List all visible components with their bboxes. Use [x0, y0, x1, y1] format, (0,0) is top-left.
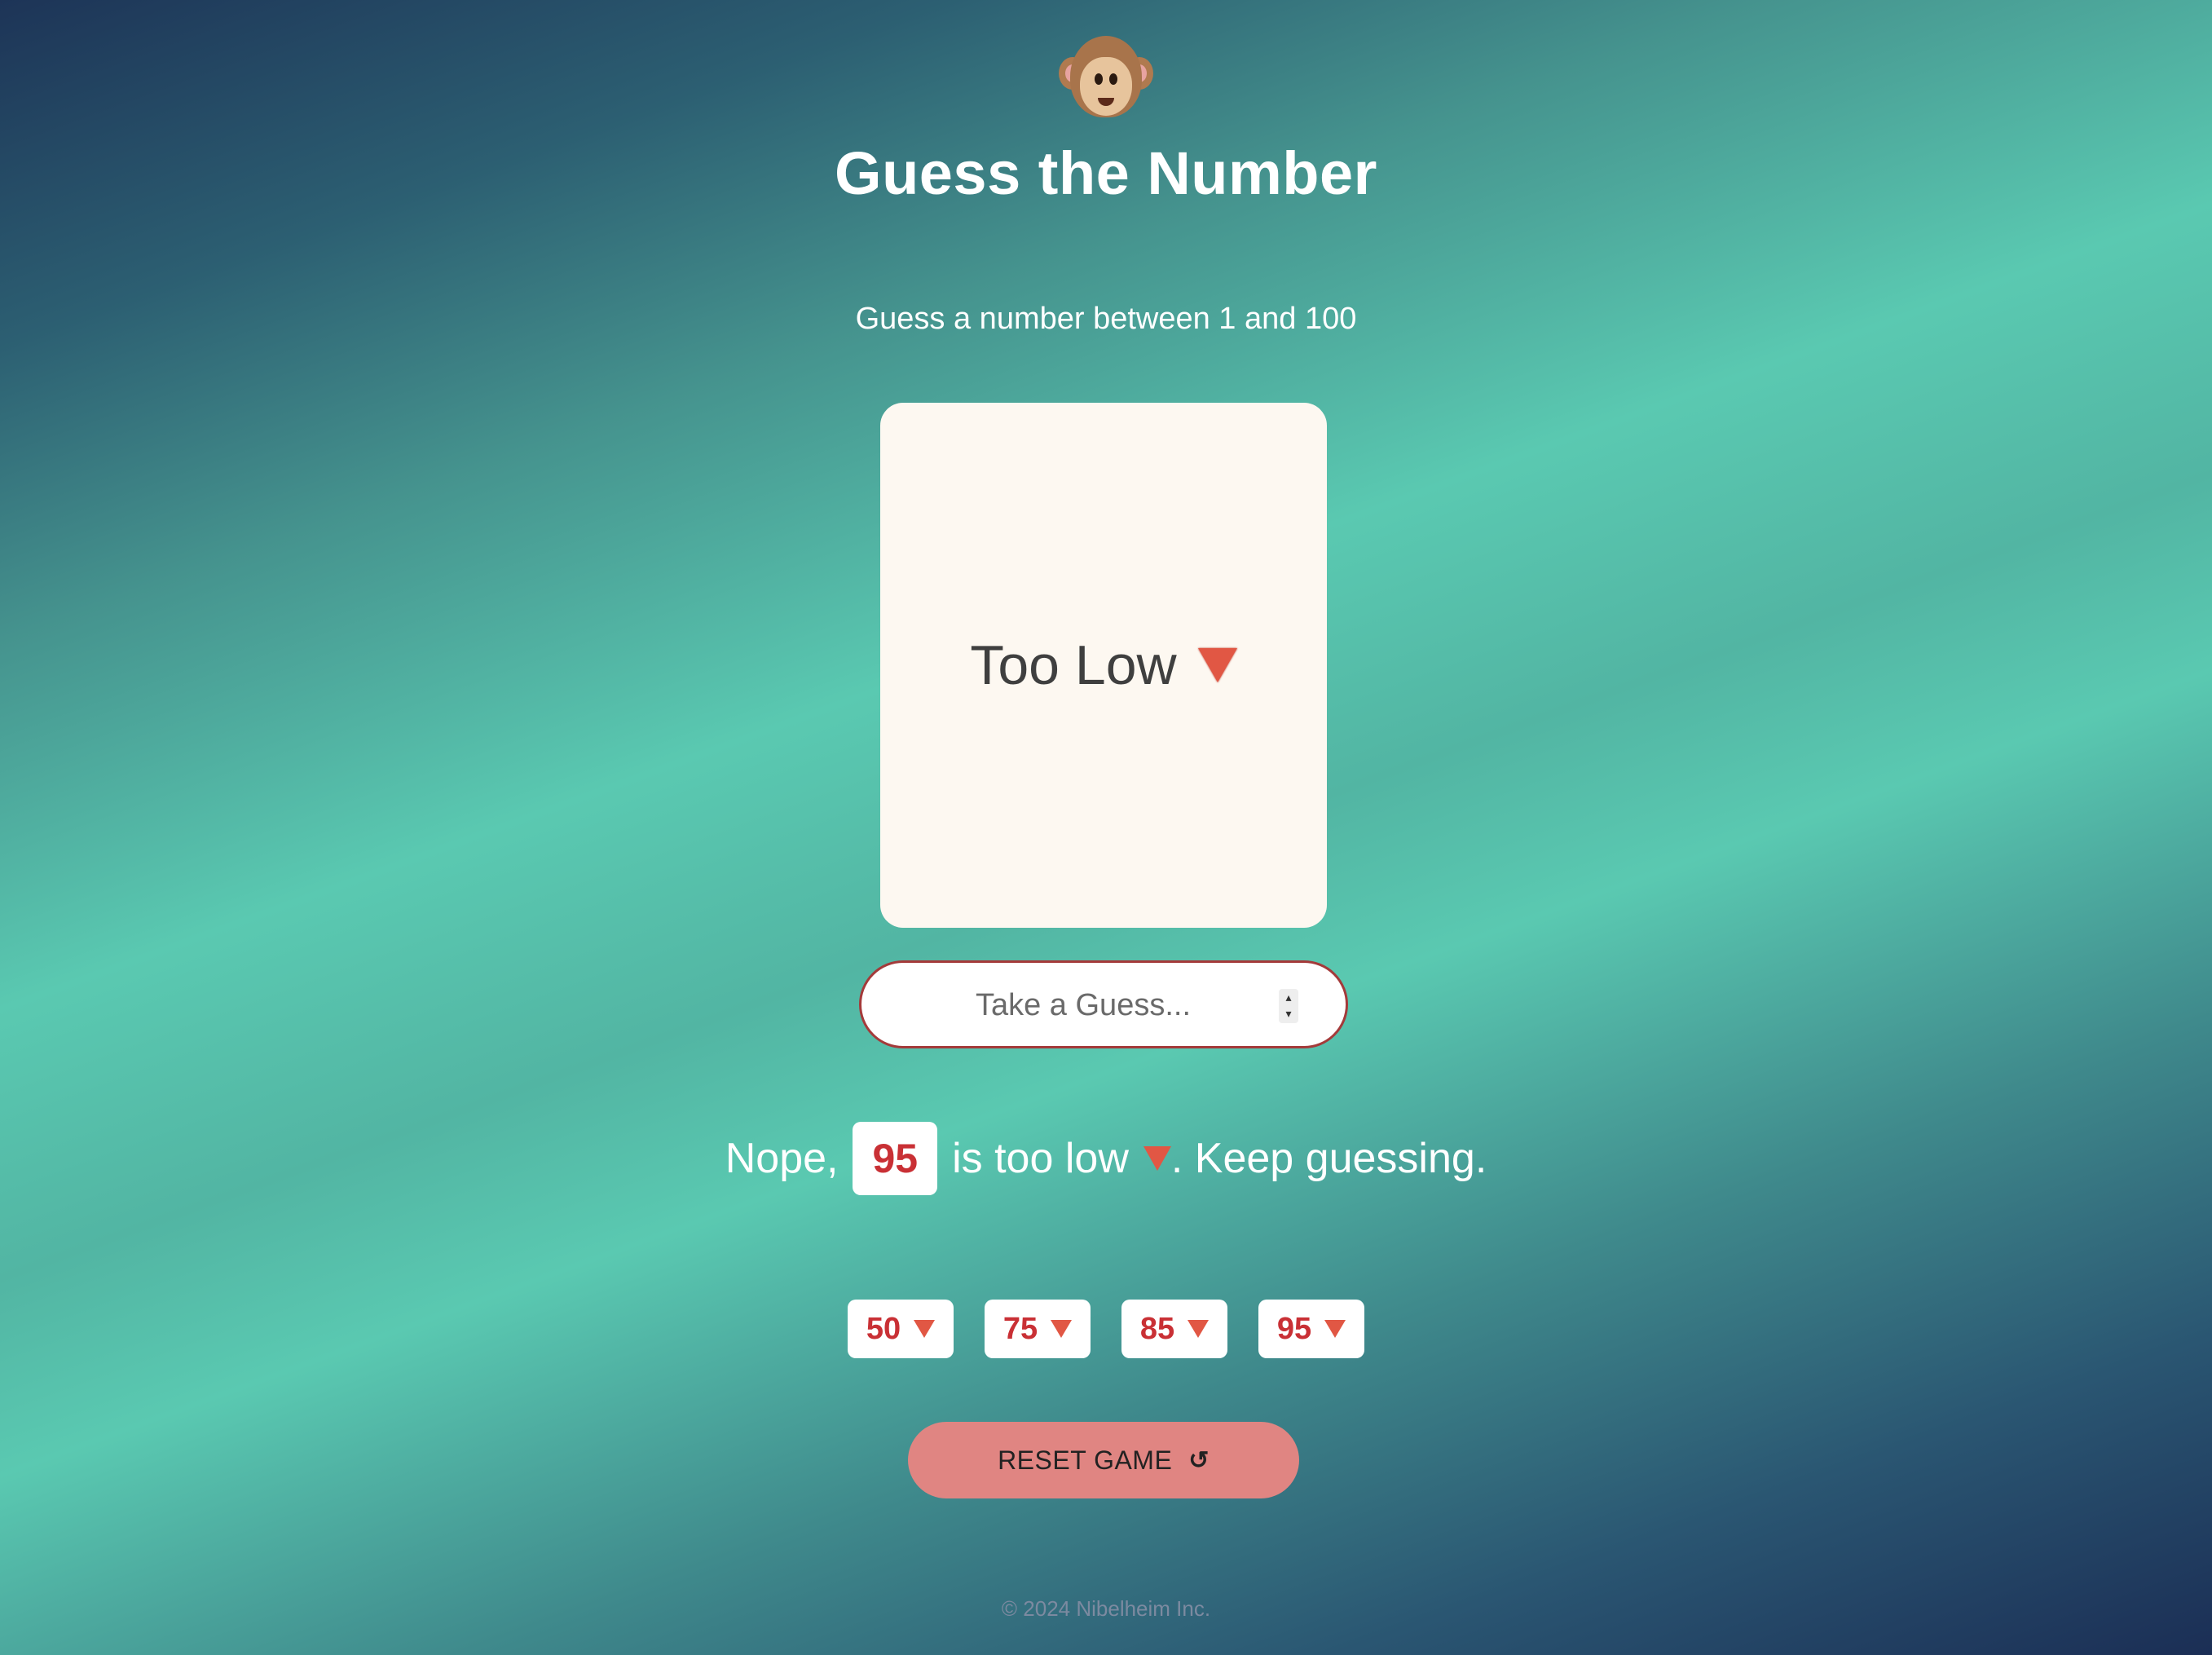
reset-game-label: RESET GAME	[998, 1445, 1173, 1475]
footer-copyright: © 2024 Nibelheim Inc.	[1001, 1596, 1211, 1621]
history-chip: 85	[1121, 1300, 1227, 1358]
red-down-triangle-icon	[1051, 1320, 1073, 1338]
result-status: Too Low	[970, 633, 1237, 697]
history-chip-value: 85	[1139, 1311, 1175, 1346]
red-down-triangle-icon	[1143, 1146, 1171, 1171]
feedback-suffix: . Keep guessing.	[1170, 1135, 1487, 1182]
feedback-prefix: Nope,	[725, 1135, 839, 1182]
feedback-middle: is too low	[952, 1135, 1129, 1182]
result-status-text: Too Low	[970, 634, 1177, 696]
guess-history: 50 75 85 95	[0, 1300, 2212, 1358]
guess-input[interactable]	[894, 974, 1272, 1036]
red-down-triangle-icon	[1197, 648, 1237, 682]
monkey-face-icon	[1059, 33, 1153, 124]
history-chip: 75	[985, 1300, 1091, 1358]
reset-game-button[interactable]: RESET GAME ↺	[908, 1422, 1299, 1498]
history-chip: 50	[848, 1300, 954, 1358]
history-chip: 95	[1258, 1300, 1364, 1358]
app-logo	[0, 33, 2212, 130]
feedback-guess-number: 95	[853, 1122, 938, 1195]
history-chip-value: 95	[1276, 1311, 1312, 1346]
page-subtitle: Guess a number between 1 and 100	[855, 302, 1357, 336]
page-title: Guess the Number	[835, 139, 1377, 207]
red-down-triangle-icon	[1188, 1320, 1210, 1338]
result-card: Too Low	[880, 403, 1327, 928]
history-chip-value: 50	[866, 1311, 901, 1346]
red-down-triangle-icon	[914, 1320, 936, 1338]
history-chip-value: 75	[1002, 1311, 1038, 1346]
red-down-triangle-icon	[1324, 1320, 1346, 1338]
number-stepper[interactable]: ▴ ▾	[1279, 989, 1298, 1023]
reset-icon: ↺	[1188, 1446, 1210, 1474]
guess-input-container: ▴▾	[859, 960, 1348, 1048]
feedback-message: Nope, 95 is too low . Keep guessing.	[0, 1122, 2212, 1195]
